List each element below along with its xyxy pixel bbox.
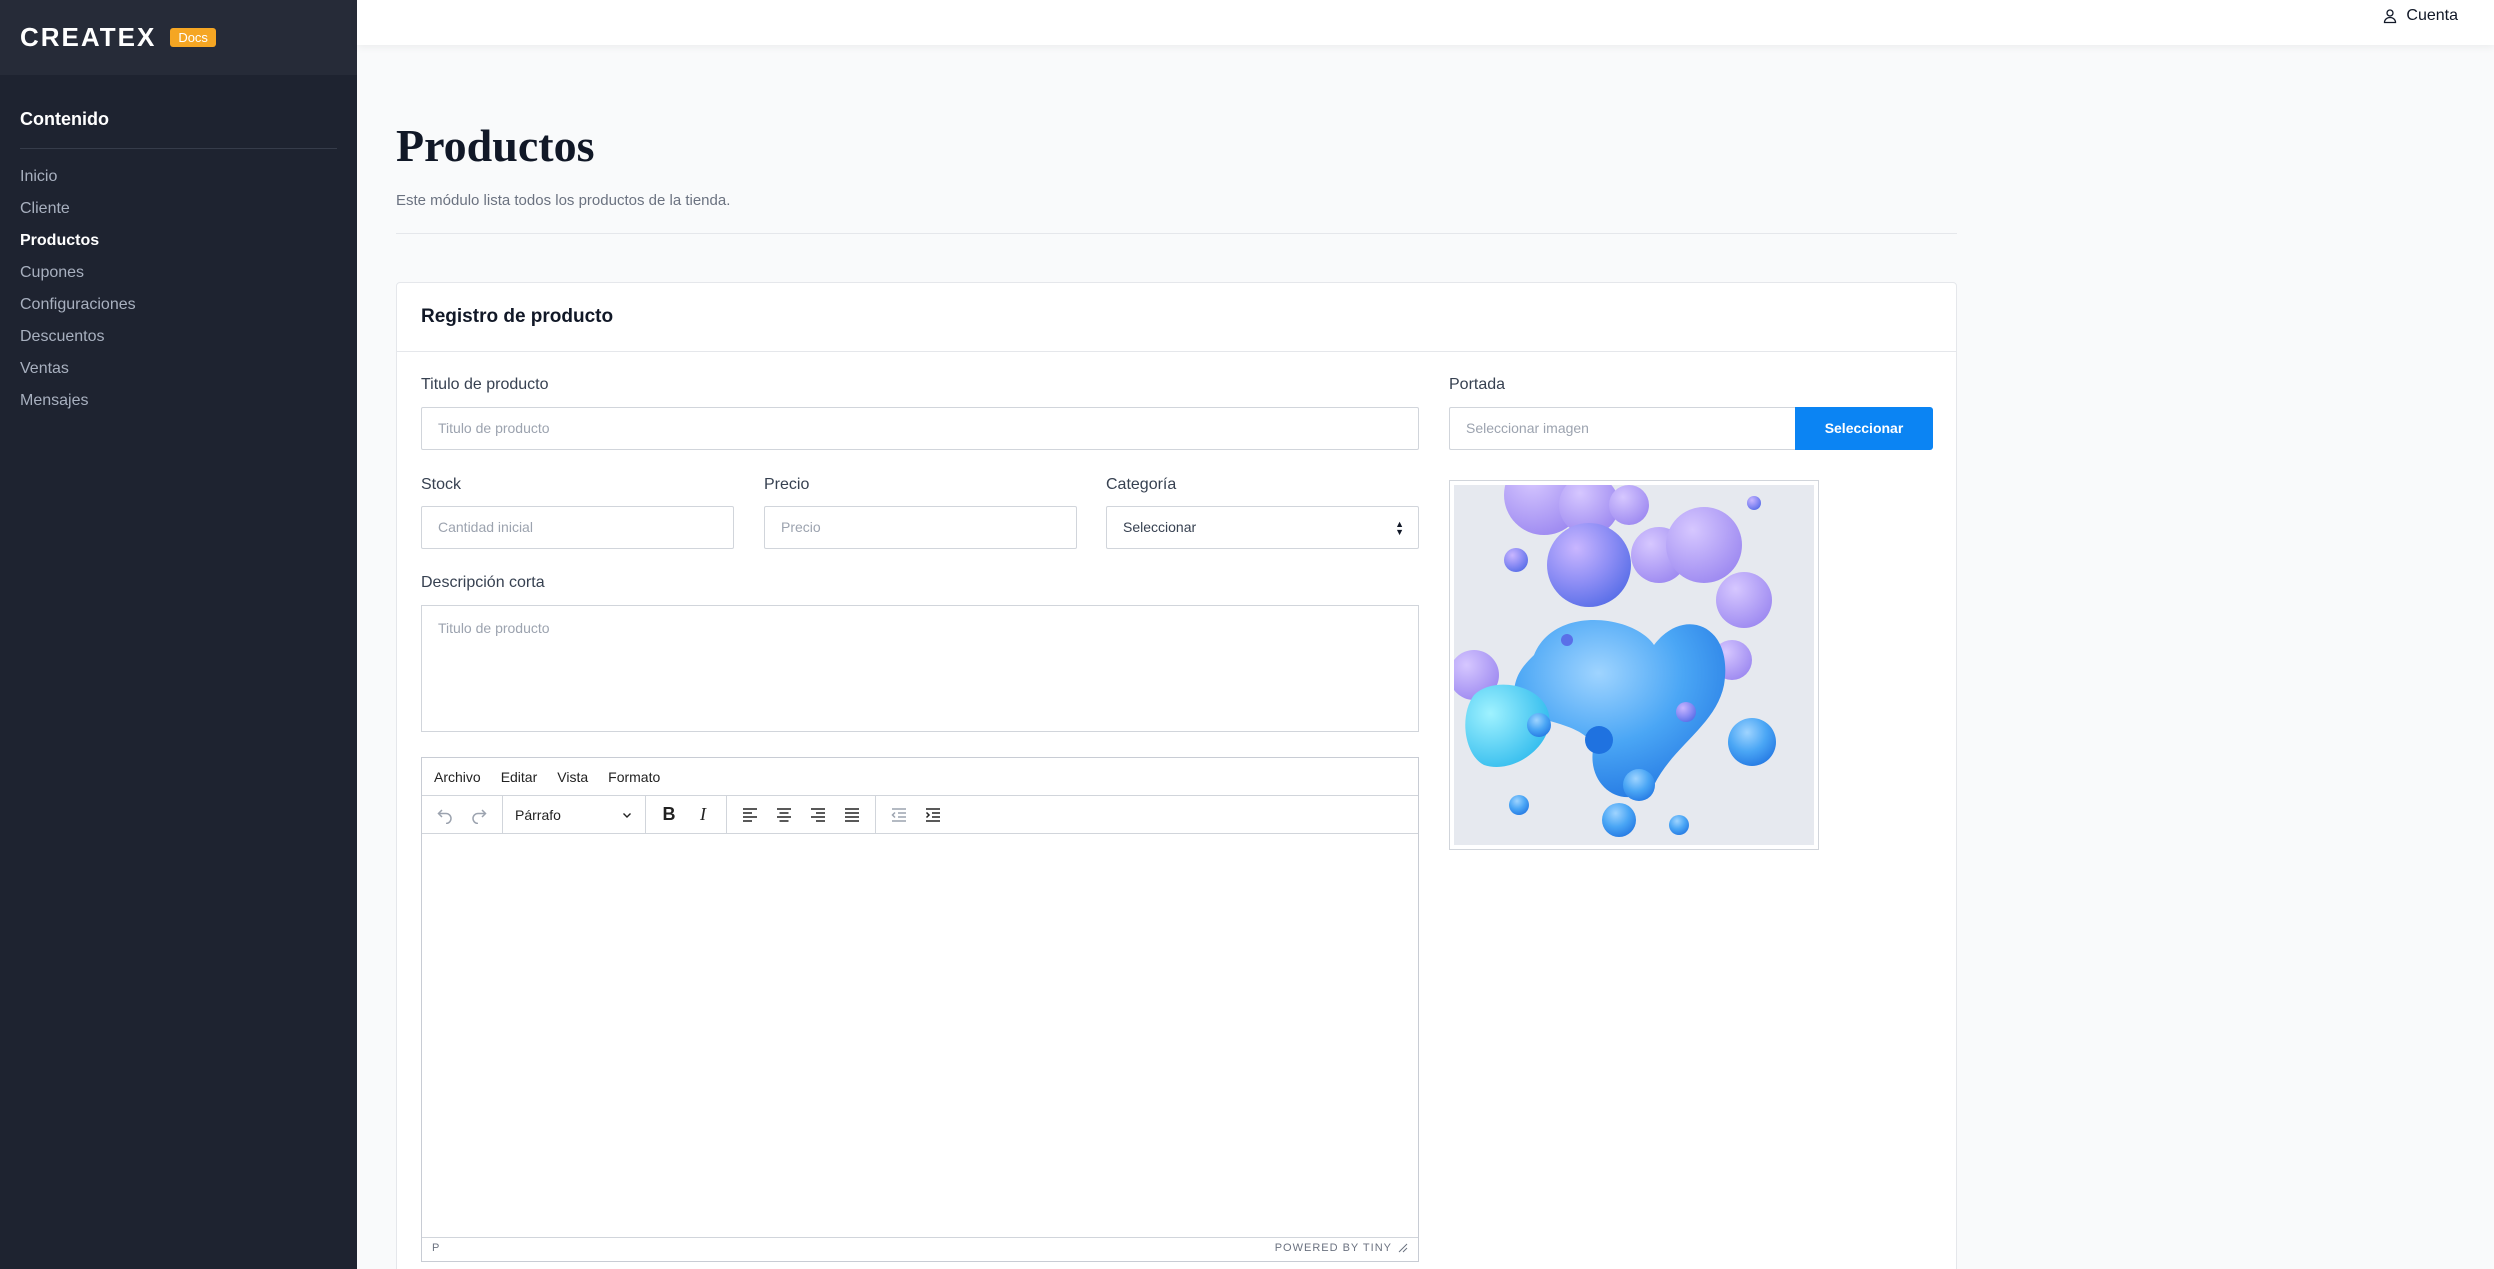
sidebar-item-cupones[interactable]: Cupones — [20, 257, 337, 289]
account-label: Cuenta — [2406, 7, 2458, 24]
short-desc-textarea[interactable]: Titulo de producto — [421, 605, 1419, 732]
account-menu[interactable]: Cuenta — [2382, 7, 2458, 25]
select-arrows-icon: ▲ ▼ — [1395, 519, 1404, 537]
card-title: Registro de producto — [397, 283, 1956, 352]
stock-input[interactable]: Cantidad inicial — [421, 506, 734, 549]
cover-file-input[interactable]: Seleccionar imagen — [1449, 407, 1796, 450]
cover-label: Portada — [1449, 376, 1506, 393]
align-justify-icon[interactable] — [835, 800, 869, 830]
sidebar: CREATEX Docs Contenido Inicio Cliente Pr… — [0, 0, 357, 1269]
redo-icon[interactable] — [462, 800, 496, 830]
sidebar-item-configuraciones[interactable]: Configuraciones — [20, 289, 337, 321]
cover-preview — [1449, 480, 1819, 850]
powered-by-label[interactable]: POWERED BY TINY — [1275, 1242, 1392, 1254]
title-label: Titulo de producto — [421, 376, 549, 393]
page-title: Productos — [396, 120, 595, 171]
align-center-icon[interactable] — [767, 800, 801, 830]
editor-content-area[interactable] — [422, 834, 1418, 1237]
short-desc-label: Descripción corta — [421, 574, 545, 591]
align-right-icon[interactable] — [801, 800, 835, 830]
element-path[interactable]: P — [432, 1242, 439, 1254]
block-format-select[interactable]: Párrafo — [509, 800, 639, 830]
block-format-group: Párrafo — [503, 796, 646, 833]
price-label: Precio — [764, 476, 810, 493]
menu-editar[interactable]: Editar — [501, 769, 538, 785]
sidebar-item-inicio[interactable]: Inicio — [20, 161, 337, 193]
sidebar-item-mensajes[interactable]: Mensajes — [20, 385, 337, 417]
block-format-value: Párrafo — [515, 806, 561, 823]
sidebar-item-ventas[interactable]: Ventas — [20, 353, 337, 385]
chevron-down-icon — [623, 812, 631, 818]
align-left-icon[interactable] — [733, 800, 767, 830]
cover-image — [1454, 485, 1814, 845]
category-select-value: Seleccionar — [1123, 519, 1197, 535]
sidebar-nav: Inicio Cliente Productos Cupones Configu… — [20, 149, 337, 417]
rich-text-editor: Archivo Editar Vista Formato Párrafo B I… — [421, 757, 1419, 1262]
stock-label: Stock — [421, 476, 462, 493]
menu-formato[interactable]: Formato — [608, 769, 660, 785]
select-image-button[interactable]: Seleccionar — [1795, 407, 1933, 450]
brand: CREATEX Docs — [0, 0, 357, 75]
product-form-card: Registro de producto Titulo de producto … — [396, 282, 1957, 1269]
editor-toolbar: Párrafo B I — [422, 796, 1418, 834]
editor-menubar: Archivo Editar Vista Formato — [422, 758, 1418, 796]
docs-badge[interactable]: Docs — [170, 28, 216, 47]
sidebar-section: Contenido Inicio Cliente Productos Cupon… — [0, 75, 357, 417]
brand-logo[interactable]: CREATEX — [20, 22, 156, 53]
topbar: Cuenta — [357, 0, 2494, 45]
sidebar-item-productos[interactable]: Productos — [20, 225, 337, 257]
outdent-icon[interactable] — [882, 800, 916, 830]
sidebar-item-descuentos[interactable]: Descuentos — [20, 321, 337, 353]
italic-icon[interactable]: I — [686, 800, 720, 830]
editor-statusbar: P POWERED BY TINY — [422, 1237, 1418, 1257]
bold-icon[interactable]: B — [652, 800, 686, 830]
history-group — [422, 796, 503, 833]
product-title-input[interactable]: Titulo de producto — [421, 407, 1419, 450]
sidebar-heading: Contenido — [20, 109, 337, 149]
user-icon — [2384, 9, 2397, 24]
resize-handle-icon[interactable] — [1398, 1243, 1408, 1253]
category-select[interactable]: Seleccionar ▲ ▼ — [1106, 506, 1419, 549]
menu-archivo[interactable]: Archivo — [434, 769, 481, 785]
indent-group — [876, 796, 956, 833]
price-input[interactable]: Precio — [764, 506, 1077, 549]
text-style-group: B I — [646, 796, 727, 833]
menu-vista[interactable]: Vista — [557, 769, 588, 785]
undo-icon[interactable] — [428, 800, 462, 830]
category-label: Categoría — [1106, 476, 1177, 493]
page-subtitle: Este módulo lista todos los productos de… — [396, 192, 1957, 234]
indent-icon[interactable] — [916, 800, 950, 830]
main-content: Productos Este módulo lista todos los pr… — [396, 45, 1957, 1269]
alignment-group — [727, 796, 876, 833]
sidebar-item-cliente[interactable]: Cliente — [20, 193, 337, 225]
